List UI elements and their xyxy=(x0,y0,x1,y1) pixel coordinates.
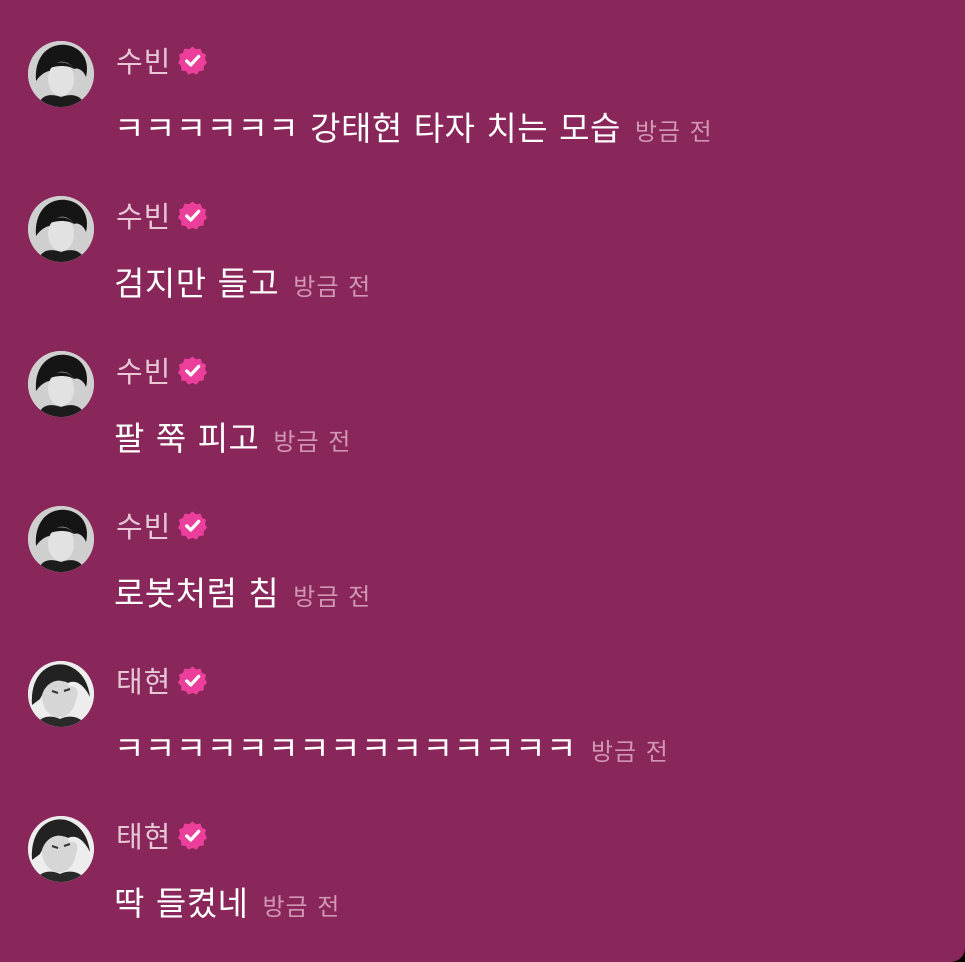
sender-row: 수빈 xyxy=(116,350,208,390)
message-timestamp: 방금 전 xyxy=(262,893,341,921)
sender-row: 태현 xyxy=(116,660,208,700)
chat-message: 수빈 ㅋㅋㅋㅋㅋㅋ 강태현 타자 치는 모습 방금 전 xyxy=(0,0,965,150)
chat-message: 수빈 검지만 들고 방금 전 xyxy=(0,155,965,305)
sender-row: 수빈 xyxy=(116,40,208,80)
sender-name: 수빈 xyxy=(116,355,172,389)
verified-badge-icon xyxy=(177,510,208,541)
avatar[interactable] xyxy=(28,816,94,882)
sender-name: 태현 xyxy=(116,820,172,854)
sender-row: 수빈 xyxy=(116,505,208,545)
sender-name: 수빈 xyxy=(116,510,172,544)
message-row: ㅋㅋㅋㅋㅋㅋ 강태현 타자 치는 모습 방금 전 xyxy=(114,102,713,148)
message-row: 딱 들켰네 방금 전 xyxy=(114,877,340,923)
sender-name: 수빈 xyxy=(116,45,172,79)
message-timestamp: 방금 전 xyxy=(590,738,669,766)
message-row: 로봇처럼 침 방금 전 xyxy=(114,567,371,613)
message-text[interactable]: 팔 쭉 피고 xyxy=(114,412,259,460)
chat-message: 태현 ㅋㅋㅋㅋㅋㅋㅋㅋㅋㅋㅋㅋㅋㅋㅋ 방금 전 xyxy=(0,620,965,770)
message-timestamp: 방금 전 xyxy=(273,428,352,456)
verified-badge-icon xyxy=(177,355,208,386)
message-text[interactable]: ㅋㅋㅋㅋㅋㅋ 강태현 타자 치는 모습 xyxy=(114,102,621,150)
chat-message: 수빈 팔 쭉 피고 방금 전 xyxy=(0,310,965,460)
message-row: 검지만 들고 방금 전 xyxy=(114,257,371,303)
verified-badge-icon xyxy=(177,45,208,76)
avatar[interactable] xyxy=(28,196,94,262)
verified-badge-icon xyxy=(177,665,208,696)
sender-row: 태현 xyxy=(116,815,208,855)
sender-row: 수빈 xyxy=(116,195,208,235)
message-timestamp: 방금 전 xyxy=(293,273,372,301)
message-text[interactable]: 딱 들켰네 xyxy=(114,877,248,925)
avatar[interactable] xyxy=(28,661,94,727)
avatar[interactable] xyxy=(28,506,94,572)
chat-message: 태현 딱 들켰네 방금 전 xyxy=(0,775,965,925)
avatar[interactable] xyxy=(28,351,94,417)
chat-message: 수빈 로봇처럼 침 방금 전 xyxy=(0,465,965,615)
sender-name: 태현 xyxy=(116,665,172,699)
message-text[interactable]: 로봇처럼 침 xyxy=(114,567,279,615)
message-row: ㅋㅋㅋㅋㅋㅋㅋㅋㅋㅋㅋㅋㅋㅋㅋ 방금 전 xyxy=(114,722,669,768)
message-row: 팔 쭉 피고 방금 전 xyxy=(114,412,351,458)
message-text[interactable]: 검지만 들고 xyxy=(114,257,279,305)
avatar[interactable] xyxy=(28,41,94,107)
message-timestamp: 방금 전 xyxy=(634,118,713,146)
sender-name: 수빈 xyxy=(116,200,172,234)
message-timestamp: 방금 전 xyxy=(293,583,372,611)
chat-message-list: 수빈 ㅋㅋㅋㅋㅋㅋ 강태현 타자 치는 모습 방금 전 수빈 검지만 들고 방금… xyxy=(0,0,965,962)
verified-badge-icon xyxy=(177,820,208,851)
message-text[interactable]: ㅋㅋㅋㅋㅋㅋㅋㅋㅋㅋㅋㅋㅋㅋㅋ xyxy=(114,722,577,770)
verified-badge-icon xyxy=(177,200,208,231)
